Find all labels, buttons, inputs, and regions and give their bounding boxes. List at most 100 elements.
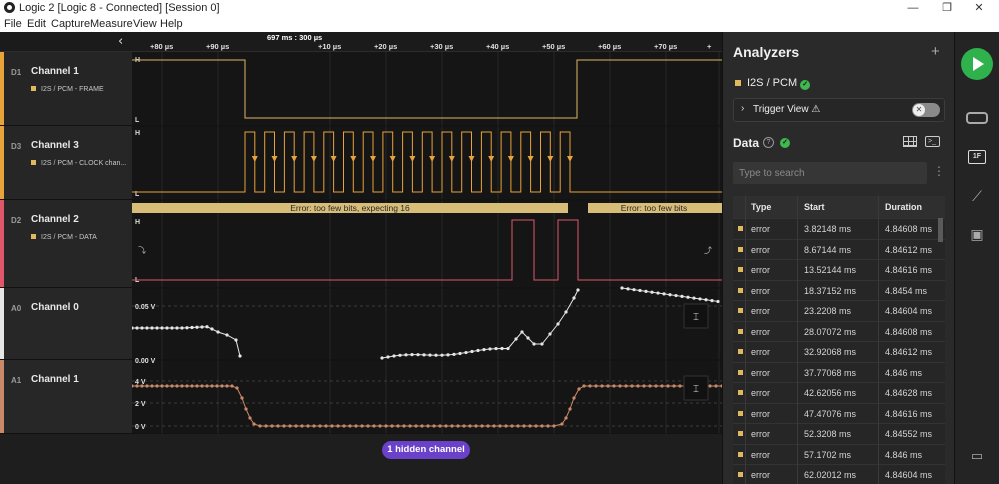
analog-sample-dot [438,424,442,428]
table-row[interactable]: error 3.82148 ms 4.84608 ms [733,218,945,238]
channel-row-a0[interactable]: A0 Channel 0 [0,288,132,360]
cell-type: error [751,367,771,378]
table-row[interactable]: error 13.52144 ms 4.84616 ms [733,259,945,279]
time-ruler[interactable]: 697 ms : 300 µs +80 µs +90 µs +10 µs +20 µs… [132,32,722,52]
plus-icon[interactable]: + [931,43,940,60]
table-scrollbar[interactable] [938,218,943,242]
maximize-button[interactable]: ❐ [930,0,964,16]
channel-row-d2[interactable]: D2 Channel 2 I2S / PCM - DATA [0,200,132,288]
analog-sample-dot [170,326,174,330]
menu-help[interactable]: Help [160,18,183,30]
table-row[interactable]: error 23.2208 ms 4.84604 ms [733,300,945,320]
waveform-view[interactable]: H L H L Error: too few bits, expecting 1… [132,52,722,434]
status-check-icon: ✓ [800,80,811,90]
extensions-icon[interactable]: ▣ [966,226,988,243]
cell-duration: 4.84604 ms [885,470,933,480]
menu-measure[interactable]: Measure [90,18,133,30]
edge-nav-right-icon[interactable]: ⤴ [704,245,712,255]
analog-sample-dot [324,424,328,428]
table-view-icon[interactable] [903,136,917,147]
analog-sample-dot [548,332,552,336]
table-row[interactable]: error 8.67144 ms 4.84612 ms [733,238,945,259]
close-button[interactable]: ✕ [962,0,996,16]
channel-name[interactable]: Channel 1 [31,66,79,77]
analog-sample-dot [386,355,390,359]
table-row[interactable]: error 18.37152 ms 4.8454 ms [733,279,945,300]
analog-sample-dot [378,424,382,428]
analog-sample-dot [380,356,384,360]
channel-color-stripe [0,200,4,287]
more-options-icon[interactable]: ⋮ [933,164,945,178]
menu-edit[interactable]: Edit [27,18,46,30]
row-type-swatch-icon [738,369,743,375]
table-row[interactable]: error 42.62056 ms 4.84628 ms [733,382,945,402]
channel-name[interactable]: Channel 3 [31,140,79,151]
help-icon[interactable]: ? [763,137,774,148]
analog-sample-dot [200,384,204,388]
cell-type: error [751,306,771,316]
analog-sample-dot [474,424,478,428]
menu-view[interactable]: View [133,18,157,30]
column-header-start[interactable]: Start [804,202,825,212]
analog-sample-dot [220,384,224,388]
analog-sample-dot [522,424,526,428]
feedback-chat-icon[interactable]: ▭ [966,448,988,464]
device-settings-icon[interactable] [966,112,988,124]
analog-sample-dot [244,407,248,411]
table-row[interactable]: error 32.92068 ms 4.84612 ms [733,341,945,361]
analog-sample-dot [330,424,334,428]
terminal-view-icon[interactable]: >_ [925,136,940,147]
channel-row-d1[interactable]: D1 Channel 1 I2S / PCM - FRAME [0,52,132,126]
cell-start: 32.92068 ms [804,347,857,357]
analog-sample-dot [698,297,702,301]
table-row[interactable]: error 37.77068 ms 4.846 ms [733,361,945,382]
analog-sample-dot [145,326,149,330]
analog-sample-dot [408,424,412,428]
channel-row-a1[interactable]: A1 Channel 1 [0,360,132,434]
analog-sample-dot [606,384,610,388]
analyzer-label: I2S / PCM - CLOCK chan... [31,160,126,167]
analog-sample-dot [642,384,646,388]
minimize-button[interactable]: — [896,0,930,16]
channel-name[interactable]: Channel 1 [31,374,79,385]
channel-row-d3[interactable]: D3 Channel 3 I2S / PCM - CLOCK chan... [0,126,132,200]
trigger-view-row[interactable]: › Trigger View ⚠ ✕ [733,98,945,122]
table-row[interactable]: error 47.47076 ms 4.84616 ms [733,402,945,423]
start-capture-button[interactable] [961,48,993,80]
status-check-icon: ✓ [780,138,790,148]
menu-capture[interactable]: Capture [51,18,90,30]
edge-nav-left-icon[interactable]: ⤵ [138,246,146,255]
analyzer-item-i2s[interactable]: I2S / PCM ✓ [735,77,811,90]
analyzers-tab-icon[interactable]: 1F [968,150,986,164]
analog-sample-dot [624,384,628,388]
row-type-swatch-icon [738,267,743,272]
channel-color-stripe [0,360,4,433]
row-type-swatch-icon [738,308,743,313]
measure-ruler-icon[interactable]: ⟋ [966,188,988,205]
hidden-channels-button[interactable]: 1 hidden channel [382,441,470,459]
collapse-sidebar-icon[interactable]: ‹ [118,34,123,49]
analog-sample-dot [572,296,576,300]
column-header-duration[interactable]: Duration [885,202,922,212]
trigger-view-toggle[interactable]: ✕ [912,103,940,117]
row-type-swatch-icon [738,431,743,436]
cell-duration: 4.846 ms [885,367,923,378]
analog-sample-dot [674,293,678,298]
analog-sample-dot [686,295,690,299]
menu-file[interactable]: File [4,18,22,30]
table-row[interactable]: error 52.3208 ms 4.84552 ms [733,423,945,443]
analog-sample-dot [704,298,708,302]
search-input[interactable] [733,162,927,184]
column-header-type[interactable]: Type [751,202,771,212]
chevron-right-icon[interactable]: › [741,103,744,114]
data-table[interactable]: Type Start Duration error 3.82148 ms 4.846… [733,196,945,484]
table-row[interactable]: error 62.02012 ms 4.84604 ms [733,464,945,484]
table-row[interactable]: error 28.07072 ms 4.84608 ms [733,320,945,341]
analog-sample-dot [165,384,169,388]
channel-name[interactable]: Channel 0 [31,302,79,313]
analyzer-swatch-icon [31,160,36,165]
analog-sample-dot [468,424,472,428]
cell-duration: 4.84612 ms [885,347,933,357]
table-row[interactable]: error 57.1702 ms 4.846 ms [733,443,945,464]
channel-name[interactable]: Channel 2 [31,214,79,225]
